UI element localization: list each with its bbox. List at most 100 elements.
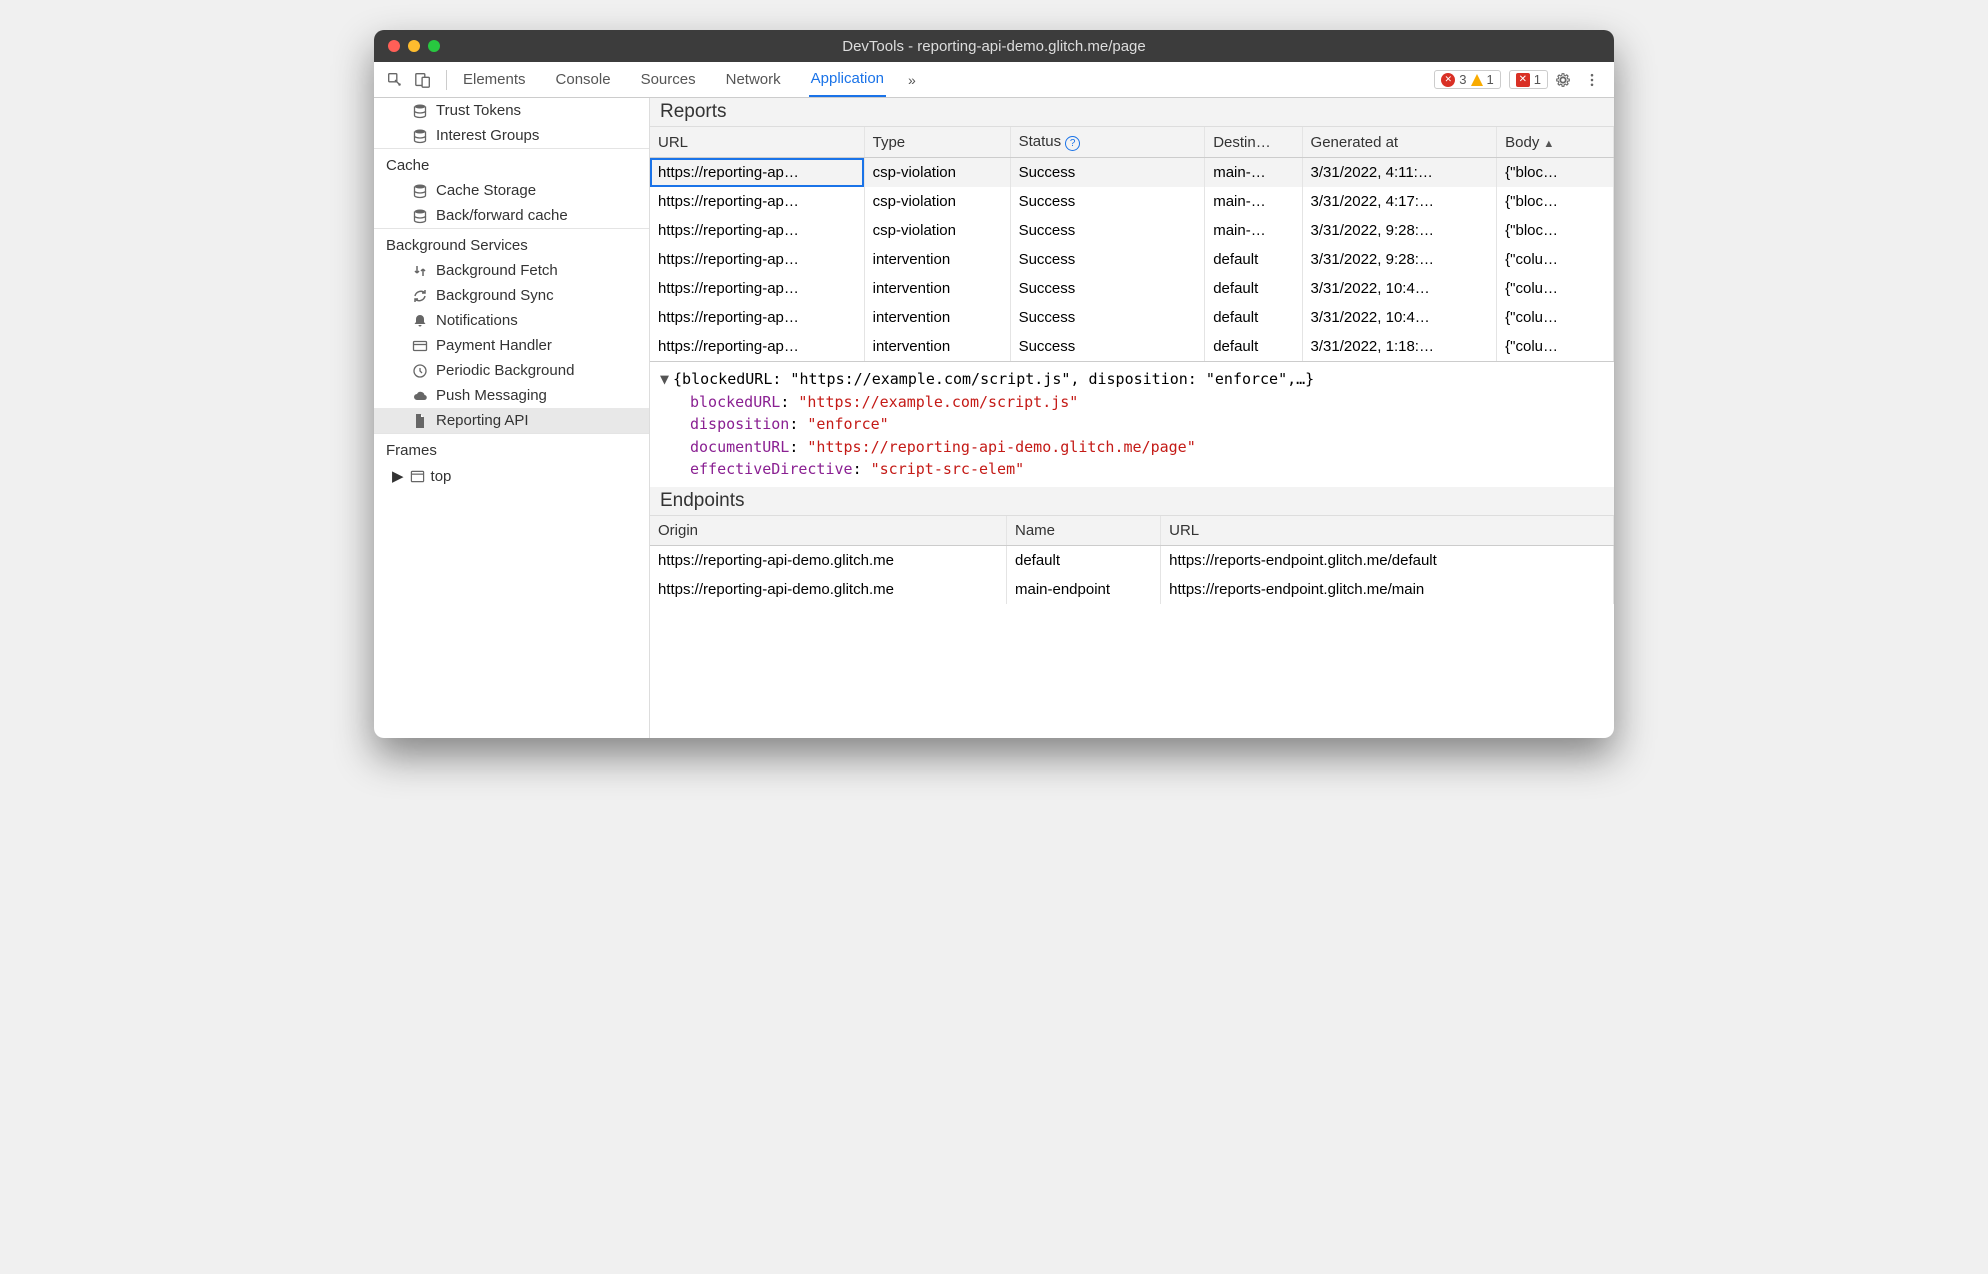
report-cell-url: https://reporting-ap… xyxy=(650,332,864,361)
warning-icon xyxy=(1471,74,1483,86)
settings-icon[interactable] xyxy=(1548,71,1578,89)
report-cell-body: {"colu… xyxy=(1497,274,1614,303)
tab-sources[interactable]: Sources xyxy=(639,62,698,97)
endpoints-col-name[interactable]: Name xyxy=(1006,516,1160,546)
kebab-menu-icon[interactable] xyxy=(1578,72,1606,88)
main-panel: Reports URLTypeStatus?Destin…Generated a… xyxy=(650,98,1614,738)
disclosure-triangle-icon: ▶ xyxy=(392,467,404,485)
sidebar-group-background-services: Background Services xyxy=(374,228,649,258)
error-warning-badge[interactable]: ✕3 1 xyxy=(1434,70,1500,89)
clock-icon xyxy=(412,363,428,379)
device-toolbar-icon[interactable] xyxy=(414,71,432,89)
endpoint-cell-url: https://reports-endpoint.glitch.me/defau… xyxy=(1161,545,1614,575)
report-cell-body: {"bloc… xyxy=(1497,158,1614,188)
sidebar-item-periodic-background[interactable]: Periodic Background xyxy=(374,358,649,383)
report-cell-gen: 3/31/2022, 10:4… xyxy=(1302,274,1497,303)
devtools-window: DevTools - reporting-api-demo.glitch.me/… xyxy=(374,30,1614,738)
report-cell-type: csp-violation xyxy=(864,158,1010,188)
report-cell-status: Success xyxy=(1010,216,1205,245)
report-cell-url: https://reporting-ap… xyxy=(650,158,864,188)
endpoints-col-origin[interactable]: Origin xyxy=(650,516,1006,546)
report-cell-url: https://reporting-ap… xyxy=(650,216,864,245)
report-row[interactable]: https://reporting-ap…csp-violationSucces… xyxy=(650,216,1614,245)
report-cell-body: {"colu… xyxy=(1497,245,1614,274)
report-row[interactable]: https://reporting-ap…interventionSuccess… xyxy=(650,332,1614,361)
sidebar-item-cache-storage[interactable]: Cache Storage xyxy=(374,178,649,203)
reports-col-status[interactable]: Status? xyxy=(1010,127,1205,158)
report-cell-status: Success xyxy=(1010,187,1205,216)
report-cell-body: {"bloc… xyxy=(1497,216,1614,245)
endpoint-row[interactable]: https://reporting-api-demo.glitch.medefa… xyxy=(650,545,1614,575)
tab-elements[interactable]: Elements xyxy=(461,62,528,97)
report-row[interactable]: https://reporting-ap…interventionSuccess… xyxy=(650,303,1614,332)
report-row[interactable]: https://reporting-ap…interventionSuccess… xyxy=(650,245,1614,274)
report-row[interactable]: https://reporting-ap…csp-violationSucces… xyxy=(650,187,1614,216)
reports-col-generatedat[interactable]: Generated at xyxy=(1302,127,1497,158)
report-cell-type: intervention xyxy=(864,303,1010,332)
sidebar-item-back/forward-cache[interactable]: Back/forward cache xyxy=(374,203,649,228)
sidebar-item-label: Back/forward cache xyxy=(436,207,568,224)
db-icon xyxy=(412,103,428,119)
report-cell-status: Success xyxy=(1010,245,1205,274)
frame-label: top xyxy=(431,468,452,485)
frames-top-item[interactable]: ▶ top xyxy=(374,463,649,489)
reports-col-body[interactable]: Body▲ xyxy=(1497,127,1614,158)
inspect-icon[interactable] xyxy=(386,71,404,89)
issues-badge[interactable]: ✕1 xyxy=(1509,70,1548,89)
report-cell-url: https://reporting-ap… xyxy=(650,187,864,216)
frames-section-header: Frames xyxy=(374,433,649,463)
sidebar-item-push-messaging[interactable]: Push Messaging xyxy=(374,383,649,408)
sidebar-item-background-sync[interactable]: Background Sync xyxy=(374,283,649,308)
sidebar-item-trust-tokens[interactable]: Trust Tokens xyxy=(374,98,649,123)
sidebar-item-reporting-api[interactable]: Reporting API xyxy=(374,408,649,433)
reports-table: URLTypeStatus?Destin…Generated atBody▲ h… xyxy=(650,127,1614,361)
detail-prop-blockedURL: blockedURL: "https://example.com/script.… xyxy=(660,391,1604,414)
db-icon xyxy=(412,183,428,199)
report-detail-viewer[interactable]: ▼{blockedURL: "https://example.com/scrip… xyxy=(650,361,1614,487)
reports-col-type[interactable]: Type xyxy=(864,127,1010,158)
sidebar-group-cache: Cache xyxy=(374,148,649,178)
window-title: DevTools - reporting-api-demo.glitch.me/… xyxy=(374,38,1614,55)
endpoint-cell-origin: https://reporting-api-demo.glitch.me xyxy=(650,545,1006,575)
help-icon[interactable]: ? xyxy=(1065,136,1080,151)
sidebar-item-label: Background Sync xyxy=(436,287,554,304)
tab-network[interactable]: Network xyxy=(724,62,783,97)
endpoints-panel-title: Endpoints xyxy=(650,487,1614,516)
expand-triangle-icon[interactable]: ▼ xyxy=(660,370,669,388)
report-cell-type: intervention xyxy=(864,332,1010,361)
report-cell-gen: 3/31/2022, 4:11:… xyxy=(1302,158,1497,188)
report-cell-type: csp-violation xyxy=(864,216,1010,245)
report-cell-type: intervention xyxy=(864,274,1010,303)
reports-col-destin[interactable]: Destin… xyxy=(1205,127,1302,158)
endpoints-table: OriginNameURL https://reporting-api-demo… xyxy=(650,516,1614,604)
tab-application[interactable]: Application xyxy=(809,62,886,97)
report-cell-dest: main-… xyxy=(1205,187,1302,216)
endpoints-col-url[interactable]: URL xyxy=(1161,516,1614,546)
card-icon xyxy=(412,338,428,354)
db-icon xyxy=(412,128,428,144)
report-cell-type: intervention xyxy=(864,245,1010,274)
frame-icon xyxy=(410,469,425,484)
sidebar-item-label: Notifications xyxy=(436,312,518,329)
issue-icon: ✕ xyxy=(1516,73,1530,87)
sidebar-item-background-fetch[interactable]: Background Fetch xyxy=(374,258,649,283)
report-cell-dest: default xyxy=(1205,332,1302,361)
report-row[interactable]: https://reporting-ap…csp-violationSucces… xyxy=(650,158,1614,188)
reports-col-url[interactable]: URL xyxy=(650,127,864,158)
endpoint-cell-name: main-endpoint xyxy=(1006,575,1160,604)
sidebar-item-interest-groups[interactable]: Interest Groups xyxy=(374,123,649,148)
tab-console[interactable]: Console xyxy=(554,62,613,97)
sidebar-item-payment-handler[interactable]: Payment Handler xyxy=(374,333,649,358)
sidebar-item-notifications[interactable]: Notifications xyxy=(374,308,649,333)
sidebar-item-label: Push Messaging xyxy=(436,387,547,404)
report-cell-dest: default xyxy=(1205,245,1302,274)
report-cell-url: https://reporting-ap… xyxy=(650,245,864,274)
report-cell-status: Success xyxy=(1010,303,1205,332)
bell-icon xyxy=(412,313,428,329)
report-cell-body: {"colu… xyxy=(1497,303,1614,332)
endpoint-row[interactable]: https://reporting-api-demo.glitch.memain… xyxy=(650,575,1614,604)
more-tabs-icon[interactable]: » xyxy=(908,72,916,88)
report-cell-dest: default xyxy=(1205,274,1302,303)
detail-summary: {blockedURL: "https://example.com/script… xyxy=(673,370,1314,388)
report-row[interactable]: https://reporting-ap…interventionSuccess… xyxy=(650,274,1614,303)
